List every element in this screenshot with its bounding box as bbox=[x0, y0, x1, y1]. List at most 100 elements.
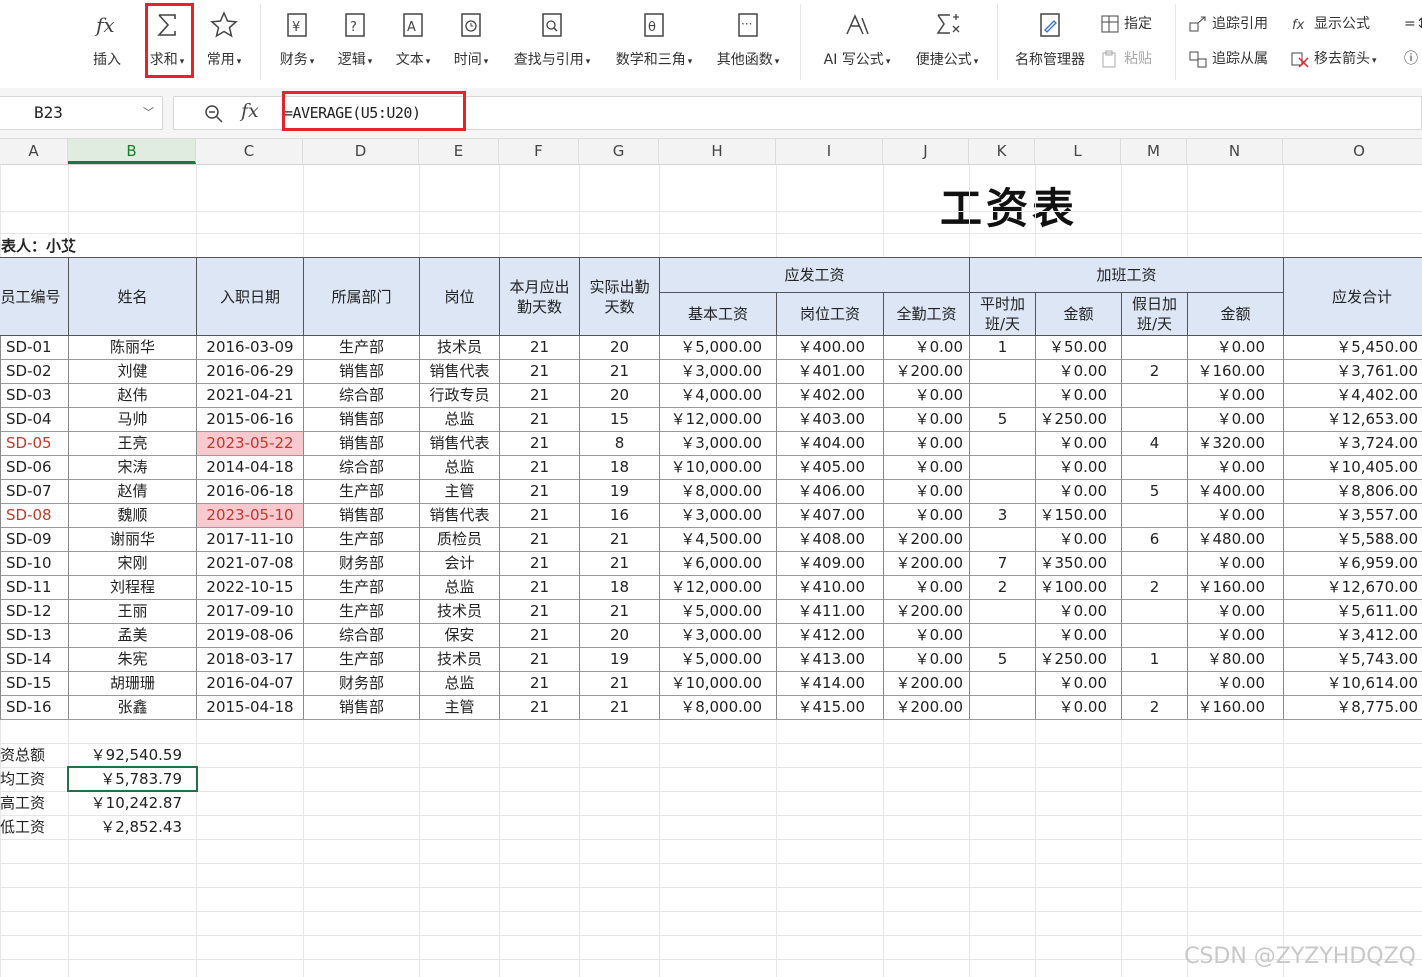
table-cell[interactable]: 主管 bbox=[420, 696, 499, 719]
table-cell[interactable] bbox=[970, 456, 1035, 479]
table-cell[interactable]: ￥200.00 bbox=[884, 600, 969, 623]
table-cell[interactable]: 胡珊珊 bbox=[69, 672, 196, 695]
table-cell[interactable] bbox=[970, 600, 1035, 623]
specify-button[interactable]: 指定 bbox=[1101, 13, 1152, 35]
table-cell[interactable]: 6 bbox=[1122, 528, 1187, 551]
table-cell[interactable]: ￥0.00 bbox=[1188, 552, 1283, 575]
table-cell[interactable]: ￥414.00 bbox=[777, 672, 883, 695]
table-cell[interactable]: ￥0.00 bbox=[1036, 696, 1121, 719]
table-cell[interactable]: 21 bbox=[500, 576, 579, 599]
table-cell[interactable]: 16 bbox=[580, 504, 659, 527]
table-cell[interactable]: ￥5,588.00 bbox=[1284, 528, 1422, 551]
table-cell[interactable]: ￥412.00 bbox=[777, 624, 883, 647]
column-header-e[interactable]: E bbox=[419, 139, 499, 164]
table-cell[interactable]: 21 bbox=[580, 696, 659, 719]
table-cell[interactable]: 2018-03-17 bbox=[197, 648, 303, 671]
table-cell[interactable]: ￥0.00 bbox=[1188, 624, 1283, 647]
table-cell[interactable]: 技术员 bbox=[420, 600, 499, 623]
table-cell[interactable]: ￥403.00 bbox=[777, 408, 883, 431]
selected-cell[interactable] bbox=[67, 766, 198, 792]
table-cell[interactable]: ￥4,402.00 bbox=[1284, 384, 1422, 407]
table-cell[interactable]: 马帅 bbox=[69, 408, 196, 431]
table-cell[interactable]: 销售部 bbox=[304, 504, 419, 527]
table-cell[interactable]: SD-15 bbox=[0, 672, 67, 695]
table-cell[interactable]: ￥402.00 bbox=[777, 384, 883, 407]
table-cell[interactable]: ￥401.00 bbox=[777, 360, 883, 383]
summary-label[interactable]: 最高工资 bbox=[0, 792, 68, 815]
table-cell[interactable]: SD-12 bbox=[0, 600, 67, 623]
table-cell[interactable]: ￥8,000.00 bbox=[660, 480, 776, 503]
table-cell[interactable]: 21 bbox=[500, 528, 579, 551]
table-cell[interactable]: ￥0.00 bbox=[1188, 408, 1283, 431]
table-cell[interactable]: 销售部 bbox=[304, 432, 419, 455]
column-header-n[interactable]: N bbox=[1187, 139, 1283, 164]
header-post-pay[interactable]: 岗位工资 bbox=[776, 292, 884, 336]
header-post[interactable]: 岗位 bbox=[419, 257, 500, 336]
table-cell[interactable]: 生产部 bbox=[304, 576, 419, 599]
table-cell[interactable]: 财务部 bbox=[304, 552, 419, 575]
table-cell[interactable]: ￥0.00 bbox=[1188, 384, 1283, 407]
table-cell[interactable]: 销售代表 bbox=[420, 360, 499, 383]
table-cell[interactable]: ￥10,405.00 bbox=[1284, 456, 1422, 479]
table-cell[interactable]: ￥0.00 bbox=[884, 480, 969, 503]
table-cell[interactable]: 21 bbox=[500, 600, 579, 623]
table-cell[interactable] bbox=[970, 624, 1035, 647]
column-header-f[interactable]: F bbox=[499, 139, 579, 164]
table-cell[interactable]: 主管 bbox=[420, 480, 499, 503]
table-cell[interactable]: ￥0.00 bbox=[1036, 480, 1121, 503]
table-cell[interactable]: 销售部 bbox=[304, 360, 419, 383]
table-cell[interactable]: 技术员 bbox=[420, 648, 499, 671]
column-header-o[interactable]: O bbox=[1283, 139, 1422, 164]
table-cell[interactable]: 2 bbox=[1122, 576, 1187, 599]
table-cell[interactable]: 孟美 bbox=[69, 624, 196, 647]
table-cell[interactable]: 总监 bbox=[420, 672, 499, 695]
table-cell[interactable]: 21 bbox=[500, 552, 579, 575]
table-cell[interactable]: ￥10,000.00 bbox=[660, 672, 776, 695]
table-cell[interactable]: 2023-05-10 bbox=[197, 504, 303, 527]
table-cell[interactable]: ￥480.00 bbox=[1188, 528, 1283, 551]
table-cell[interactable]: 1 bbox=[970, 336, 1035, 359]
header-dept[interactable]: 所属部门 bbox=[303, 257, 420, 336]
table-cell[interactable]: ￥0.00 bbox=[1188, 600, 1283, 623]
table-cell[interactable]: ￥10,614.00 bbox=[1284, 672, 1422, 695]
table-cell[interactable]: ￥250.00 bbox=[1036, 648, 1121, 671]
finance-functions-button[interactable]: ¥ 财务 ▾ bbox=[273, 0, 321, 88]
table-cell[interactable]: ￥0.00 bbox=[1188, 456, 1283, 479]
table-cell[interactable]: ￥413.00 bbox=[777, 648, 883, 671]
table-cell[interactable]: ￥200.00 bbox=[884, 528, 969, 551]
table-cell[interactable]: ￥408.00 bbox=[777, 528, 883, 551]
table-cell[interactable]: ￥405.00 bbox=[777, 456, 883, 479]
table-cell[interactable]: ￥3,000.00 bbox=[660, 504, 776, 527]
table-cell[interactable] bbox=[970, 432, 1035, 455]
table-cell[interactable]: ￥8,000.00 bbox=[660, 696, 776, 719]
table-cell[interactable]: ￥200.00 bbox=[884, 696, 969, 719]
table-cell[interactable]: 王亮 bbox=[69, 432, 196, 455]
table-cell[interactable] bbox=[1122, 408, 1187, 431]
table-cell[interactable]: ￥10,000.00 bbox=[660, 456, 776, 479]
math-functions-button[interactable]: θ 数学和三角 ▾ bbox=[607, 0, 701, 88]
table-cell[interactable]: 赵伟 bbox=[69, 384, 196, 407]
table-cell[interactable]: ￥8,775.00 bbox=[1284, 696, 1422, 719]
table-cell[interactable] bbox=[1122, 384, 1187, 407]
column-header-l[interactable]: L bbox=[1035, 139, 1121, 164]
table-cell[interactable]: 18 bbox=[580, 456, 659, 479]
table-cell[interactable]: 销售部 bbox=[304, 696, 419, 719]
table-cell[interactable]: SD-03 bbox=[0, 384, 67, 407]
table-cell[interactable]: ￥0.00 bbox=[1036, 672, 1121, 695]
table-cell[interactable]: ￥0.00 bbox=[1036, 384, 1121, 407]
table-cell[interactable]: 谢丽华 bbox=[69, 528, 196, 551]
table-cell[interactable]: 刘程程 bbox=[69, 576, 196, 599]
table-cell[interactable]: 18 bbox=[580, 576, 659, 599]
table-cell[interactable]: 7 bbox=[970, 552, 1035, 575]
column-header-d[interactable]: D bbox=[303, 139, 419, 164]
table-cell[interactable]: SD-07 bbox=[0, 480, 67, 503]
table-cell[interactable]: ￥410.00 bbox=[777, 576, 883, 599]
table-cell[interactable]: 2023-05-22 bbox=[197, 432, 303, 455]
table-cell[interactable]: SD-11 bbox=[0, 576, 67, 599]
table-cell[interactable]: 张鑫 bbox=[69, 696, 196, 719]
table-cell[interactable]: SD-09 bbox=[0, 528, 67, 551]
table-cell[interactable]: 2015-04-18 bbox=[197, 696, 303, 719]
table-cell[interactable]: ￥250.00 bbox=[1036, 408, 1121, 431]
table-cell[interactable]: ￥407.00 bbox=[777, 504, 883, 527]
table-cell[interactable]: 生产部 bbox=[304, 336, 419, 359]
